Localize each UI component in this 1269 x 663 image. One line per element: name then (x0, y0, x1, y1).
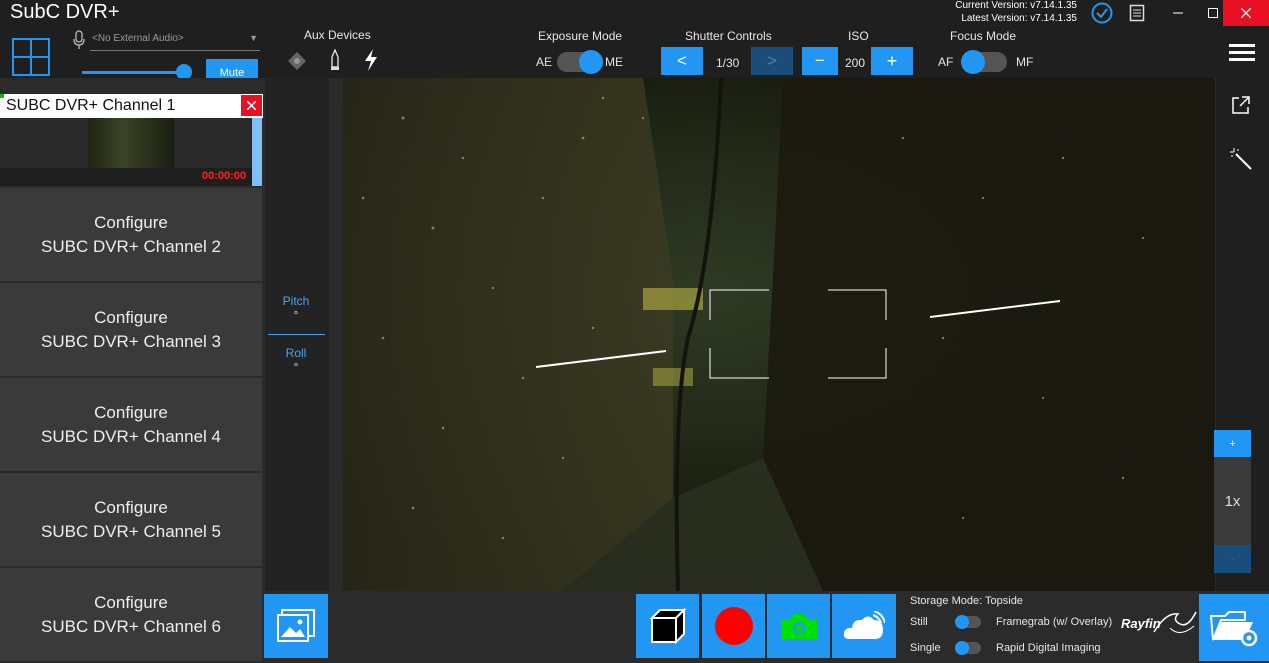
pitch-label: Pitch (282, 294, 310, 308)
notes-icon[interactable] (1126, 3, 1148, 23)
iso-value: 200 (845, 56, 866, 70)
cloud-upload-button[interactable] (832, 594, 896, 658)
shutter-next-button[interactable]: > (751, 47, 793, 75)
preview-scrollbar[interactable] (252, 118, 262, 186)
focus-mode-toggle[interactable] (961, 50, 1007, 74)
camera-icon (780, 614, 817, 639)
latest-version: Latest Version: v7.14.1.35 (961, 13, 1077, 24)
channel-name: SUBC DVR+ Channel 2 (40, 236, 221, 256)
current-version: Current Version: v7.14.1.35 (955, 0, 1077, 11)
shutter-value: 1/30 (716, 56, 740, 70)
3d-model-button[interactable] (636, 594, 699, 658)
light-icon[interactable] (287, 51, 307, 71)
channel-name: SUBC DVR+ Channel 3 (40, 331, 221, 351)
channel-name: SUBC DVR+ Channel 5 (40, 521, 221, 541)
flash-icon[interactable] (362, 48, 380, 72)
exposure-mode-toggle[interactable] (557, 50, 603, 74)
hamburger-menu-icon[interactable] (1229, 43, 1255, 63)
single-label: Single (910, 642, 941, 654)
configure-label: Configure (94, 592, 168, 612)
exposure-ae-label: AE (536, 55, 553, 69)
recording-timer: 00:00:00 (201, 170, 246, 182)
audio-source-value: <No External Audio> (92, 33, 184, 44)
configure-label: Configure (94, 402, 168, 422)
single-rapid-toggle[interactable] (955, 641, 981, 655)
exposure-mode-label: Exposure Mode (538, 29, 623, 43)
zoom-out-button[interactable]: - (1214, 545, 1251, 573)
title-bar (0, 0, 1269, 26)
iso-plus-button[interactable]: + (871, 47, 913, 75)
rapid-imaging-label: Rapid Digital Imaging (996, 642, 1101, 654)
channel-name: SUBC DVR+ Channel 6 (40, 616, 221, 636)
pitch-value: ° (293, 308, 299, 322)
microphone-icon (72, 30, 86, 50)
cube-icon (649, 607, 686, 645)
zoom-in-button[interactable]: + (1214, 430, 1251, 457)
audio-source-select[interactable]: <No External Audio> ▼ (90, 30, 260, 51)
record-button[interactable] (702, 594, 765, 658)
iso-label: ISO (848, 29, 869, 43)
still-label: Still (910, 616, 928, 628)
configure-channel-5-button[interactable]: Configure SUBC DVR+ Channel 5 (0, 473, 262, 568)
iso-minus-button[interactable]: − (802, 47, 838, 75)
record-icon (714, 607, 753, 645)
video-feed[interactable] (343, 78, 1215, 591)
channel-name: SUBC DVR+ Channel 4 (40, 426, 221, 446)
grid-layout-icon[interactable] (12, 38, 50, 76)
framegrab-label: Framegrab (w/ Overlay) (996, 616, 1113, 628)
focus-mf-label: MF (1016, 55, 1034, 69)
volume-slider[interactable] (82, 64, 192, 80)
check-circle-icon[interactable] (1091, 2, 1113, 24)
cloud-icon (843, 611, 885, 639)
image-gallery-icon (277, 609, 315, 642)
configure-channel-2-button[interactable]: Configure SUBC DVR+ Channel 2 (0, 188, 262, 283)
focus-af-label: AF (938, 55, 954, 69)
still-framegrab-toggle[interactable] (955, 615, 981, 629)
magic-wand-icon[interactable] (1230, 148, 1252, 170)
focus-mode-label: Focus Mode (950, 29, 1017, 43)
shutter-prev-button[interactable]: < (661, 47, 703, 75)
gallery-button[interactable] (264, 594, 328, 658)
folder-settings-icon (1209, 610, 1258, 646)
configure-label: Configure (94, 212, 168, 232)
chevron-down-icon: ▼ (249, 33, 258, 43)
roll-label: Roll (285, 346, 307, 360)
aux-devices-label: Aux Devices (304, 28, 371, 42)
configure-label: Configure (94, 497, 168, 517)
close-channel-button[interactable] (241, 95, 262, 116)
shutter-controls-label: Shutter Controls (685, 29, 772, 43)
configure-channel-4-button[interactable]: Configure SUBC DVR+ Channel 4 (0, 378, 262, 473)
active-channel-header[interactable]: SUBC DVR+ Channel 1 (0, 94, 263, 118)
storage-mode-text: Storage Mode: Topside (910, 595, 1023, 607)
close-button[interactable] (1223, 0, 1269, 26)
snapshot-button[interactable] (767, 594, 830, 658)
telemetry-divider (268, 334, 325, 335)
channel-1-preview[interactable]: 00:00:00 (0, 118, 252, 186)
roll-value: ° (293, 360, 299, 374)
active-channel-name: SUBC DVR+ Channel 1 (6, 97, 176, 114)
zoom-level: 1x (1214, 457, 1251, 545)
rayfin-logo: Rayfin (1114, 592, 1198, 658)
laser-icon[interactable] (327, 48, 343, 71)
app-title: SubC DVR+ (10, 1, 120, 23)
configure-channel-3-button[interactable]: Configure SUBC DVR+ Channel 3 (0, 283, 262, 378)
folder-settings-button[interactable] (1199, 594, 1269, 661)
preview-thumbnail (88, 118, 174, 168)
configure-channel-6-button[interactable]: Configure SUBC DVR+ Channel 6 (0, 568, 262, 663)
exposure-me-label: ME (605, 55, 623, 69)
configure-label: Configure (94, 307, 168, 327)
external-link-icon[interactable] (1231, 95, 1251, 115)
